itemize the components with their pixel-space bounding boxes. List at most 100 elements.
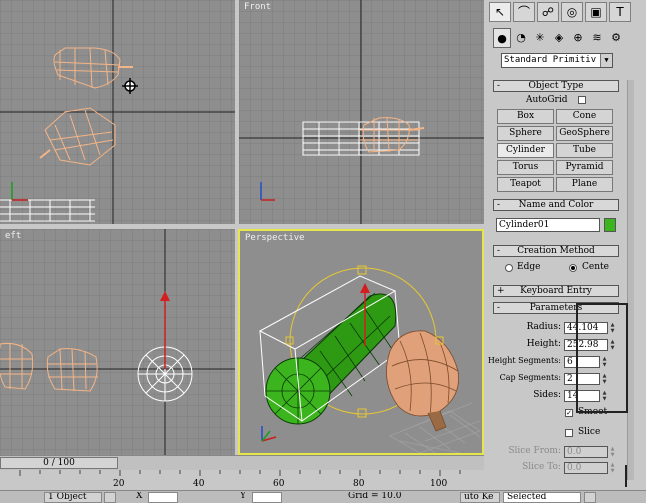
frame-counter: 0 / 100 <box>43 458 75 468</box>
radius-input[interactable]: 44.104 <box>564 322 608 334</box>
cone-button[interactable]: Cone <box>556 109 613 124</box>
display-tab[interactable]: ▣ <box>585 2 607 22</box>
pyramid-button[interactable]: Pyramid <box>556 160 613 175</box>
cameras-icon: ◈ <box>554 31 564 44</box>
rollout-name-and-color[interactable]: - Name and Color <box>493 199 619 211</box>
ruler-label-100: 100 <box>430 479 448 489</box>
center-radio[interactable] <box>569 264 577 272</box>
autogrid-label: AutoGrid <box>526 95 568 105</box>
slice-from-spinner[interactable]: ▲ ▼ <box>609 446 616 458</box>
systems-subtab[interactable]: ⚙ <box>607 28 625 48</box>
x-coord-input[interactable] <box>148 492 178 503</box>
spacewarps-subtab[interactable]: ≋ <box>588 28 606 48</box>
center-label: Cente <box>582 262 609 272</box>
time-slider-bar[interactable]: 0 / 100 <box>0 455 484 470</box>
y-coord-input[interactable] <box>252 492 282 503</box>
auto-key-button[interactable]: uto Ke <box>460 492 500 503</box>
command-panel: ↖ ⌒ ☍ ◎ ▣ T ● ◔ ✳ ◈ ⊕ ≋ ⚙ Standard Primi… <box>487 0 646 490</box>
grid-size-readout: Grid = 10.0 <box>348 492 402 501</box>
object-color-swatch[interactable] <box>604 218 616 232</box>
smooth-label: Smoot <box>578 407 608 417</box>
geosphere-button[interactable]: GeoSphere <box>556 126 613 141</box>
slice-from-input[interactable]: 0.0 <box>564 446 608 458</box>
teapot-button[interactable]: Teapot <box>497 177 554 192</box>
object-name-input[interactable]: Cylinder01 <box>496 218 600 232</box>
rollout-title-object-type: Object Type <box>528 81 584 91</box>
spacewarps-icon: ≋ <box>592 31 602 44</box>
modify-arc-icon: ⌒ <box>517 5 530 19</box>
lights-icon: ✳ <box>535 31 545 44</box>
category-dropdown-value: Standard Primitiv <box>504 55 597 65</box>
panel-scroll-indicator <box>625 465 627 487</box>
cap-segments-input[interactable]: 2 <box>564 373 600 385</box>
frame-slider[interactable]: 0 / 100 <box>0 457 118 469</box>
key-filter-button[interactable] <box>584 492 596 503</box>
cursor-icon: ↖ <box>494 5 506 19</box>
lock-selection-toggle[interactable] <box>104 492 116 503</box>
left-viewport-canvas <box>0 229 235 455</box>
utilities-tab[interactable]: T <box>609 2 631 22</box>
rollout-title-name-and-color: Name and Color <box>518 200 594 210</box>
slice-to-spinner[interactable]: ▲ ▼ <box>609 462 616 474</box>
slice-to-input[interactable]: 0.0 <box>564 462 608 474</box>
motion-icon: ◎ <box>566 5 578 19</box>
slice-from-label: Slice From: <box>508 446 561 456</box>
selection-set-dropdown[interactable]: Selected <box>503 492 581 503</box>
height-segments-spinner[interactable]: ▲ ▼ <box>601 356 608 368</box>
sides-input[interactable]: 14 <box>564 390 600 402</box>
cameras-subtab[interactable]: ◈ <box>550 28 568 48</box>
smooth-checkbox[interactable]: ✓ <box>565 409 573 417</box>
sphere-button[interactable]: Sphere <box>497 126 554 141</box>
y-coord-label: Y <box>240 492 246 501</box>
height-spinner[interactable]: ▲ ▼ <box>609 339 616 351</box>
plane-button[interactable]: Plane <box>556 177 613 192</box>
x-coord-label: X <box>136 492 143 501</box>
viewport-label-perspective: Perspective <box>245 233 305 243</box>
rollout-collapse-sign: - <box>497 200 501 210</box>
viewport-top[interactable] <box>0 0 235 224</box>
cylinder-button[interactable]: Cylinder <box>497 143 554 158</box>
create-subcategories: ● ◔ ✳ ◈ ⊕ ≋ ⚙ <box>493 28 643 50</box>
category-dropdown[interactable]: Standard Primitiv ▼ <box>501 53 613 68</box>
rollout-expand-sign: + <box>497 286 505 296</box>
shapes-icon: ◔ <box>516 31 526 44</box>
display-icon: ▣ <box>590 5 602 19</box>
hierarchy-tab[interactable]: ☍ <box>537 2 559 22</box>
slice-on-checkbox[interactable] <box>565 429 573 437</box>
lights-subtab[interactable]: ✳ <box>531 28 549 48</box>
chevron-down-icon: ▼ <box>600 54 612 67</box>
ruler-label-20: 20 <box>113 479 125 489</box>
height-label: Height: <box>526 339 561 349</box>
autogrid-checkbox[interactable] <box>578 96 586 104</box>
rollout-parameters[interactable]: - Parameters <box>493 302 619 314</box>
geometry-subtab[interactable]: ● <box>493 28 511 48</box>
box-button[interactable]: Box <box>497 109 554 124</box>
rollout-title-parameters: Parameters <box>529 303 583 313</box>
sides-label: Sides: <box>533 390 561 400</box>
panel-scrollbar[interactable] <box>627 80 634 480</box>
cap-segments-spinner[interactable]: ▲ ▼ <box>601 373 608 385</box>
height-segments-label: Height Segments: <box>487 356 561 365</box>
sides-spinner[interactable]: ▲ ▼ <box>601 390 608 402</box>
rollout-creation-method[interactable]: - Creation Method <box>493 245 619 257</box>
radius-spinner[interactable]: ▲ ▼ <box>609 322 616 334</box>
rollout-object-type[interactable]: - Object Type <box>493 80 619 92</box>
viewport-front[interactable]: Front <box>239 0 484 224</box>
selection-count: 1 Object <box>44 492 102 503</box>
torus-button[interactable]: Torus <box>497 160 554 175</box>
geometry-sphere-icon: ● <box>497 32 507 45</box>
tube-button[interactable]: Tube <box>556 143 613 158</box>
rollout-keyboard-entry[interactable]: + Keyboard Entry <box>493 285 619 297</box>
track-ruler[interactable]: 20 40 60 80 100 <box>0 470 484 490</box>
motion-tab[interactable]: ◎ <box>561 2 583 22</box>
height-segments-input[interactable]: 6 <box>564 356 600 368</box>
shapes-subtab[interactable]: ◔ <box>512 28 530 48</box>
create-tab[interactable]: ↖ <box>489 2 511 22</box>
viewport-perspective[interactable]: Perspective <box>238 229 484 455</box>
viewport-left[interactable]: eft <box>0 229 235 455</box>
command-panel-tabs: ↖ ⌒ ☍ ◎ ▣ T <box>487 0 646 24</box>
helpers-subtab[interactable]: ⊕ <box>569 28 587 48</box>
edge-radio[interactable] <box>505 264 513 272</box>
height-input[interactable]: 252.98 <box>564 339 608 351</box>
modify-tab[interactable]: ⌒ <box>513 2 535 22</box>
